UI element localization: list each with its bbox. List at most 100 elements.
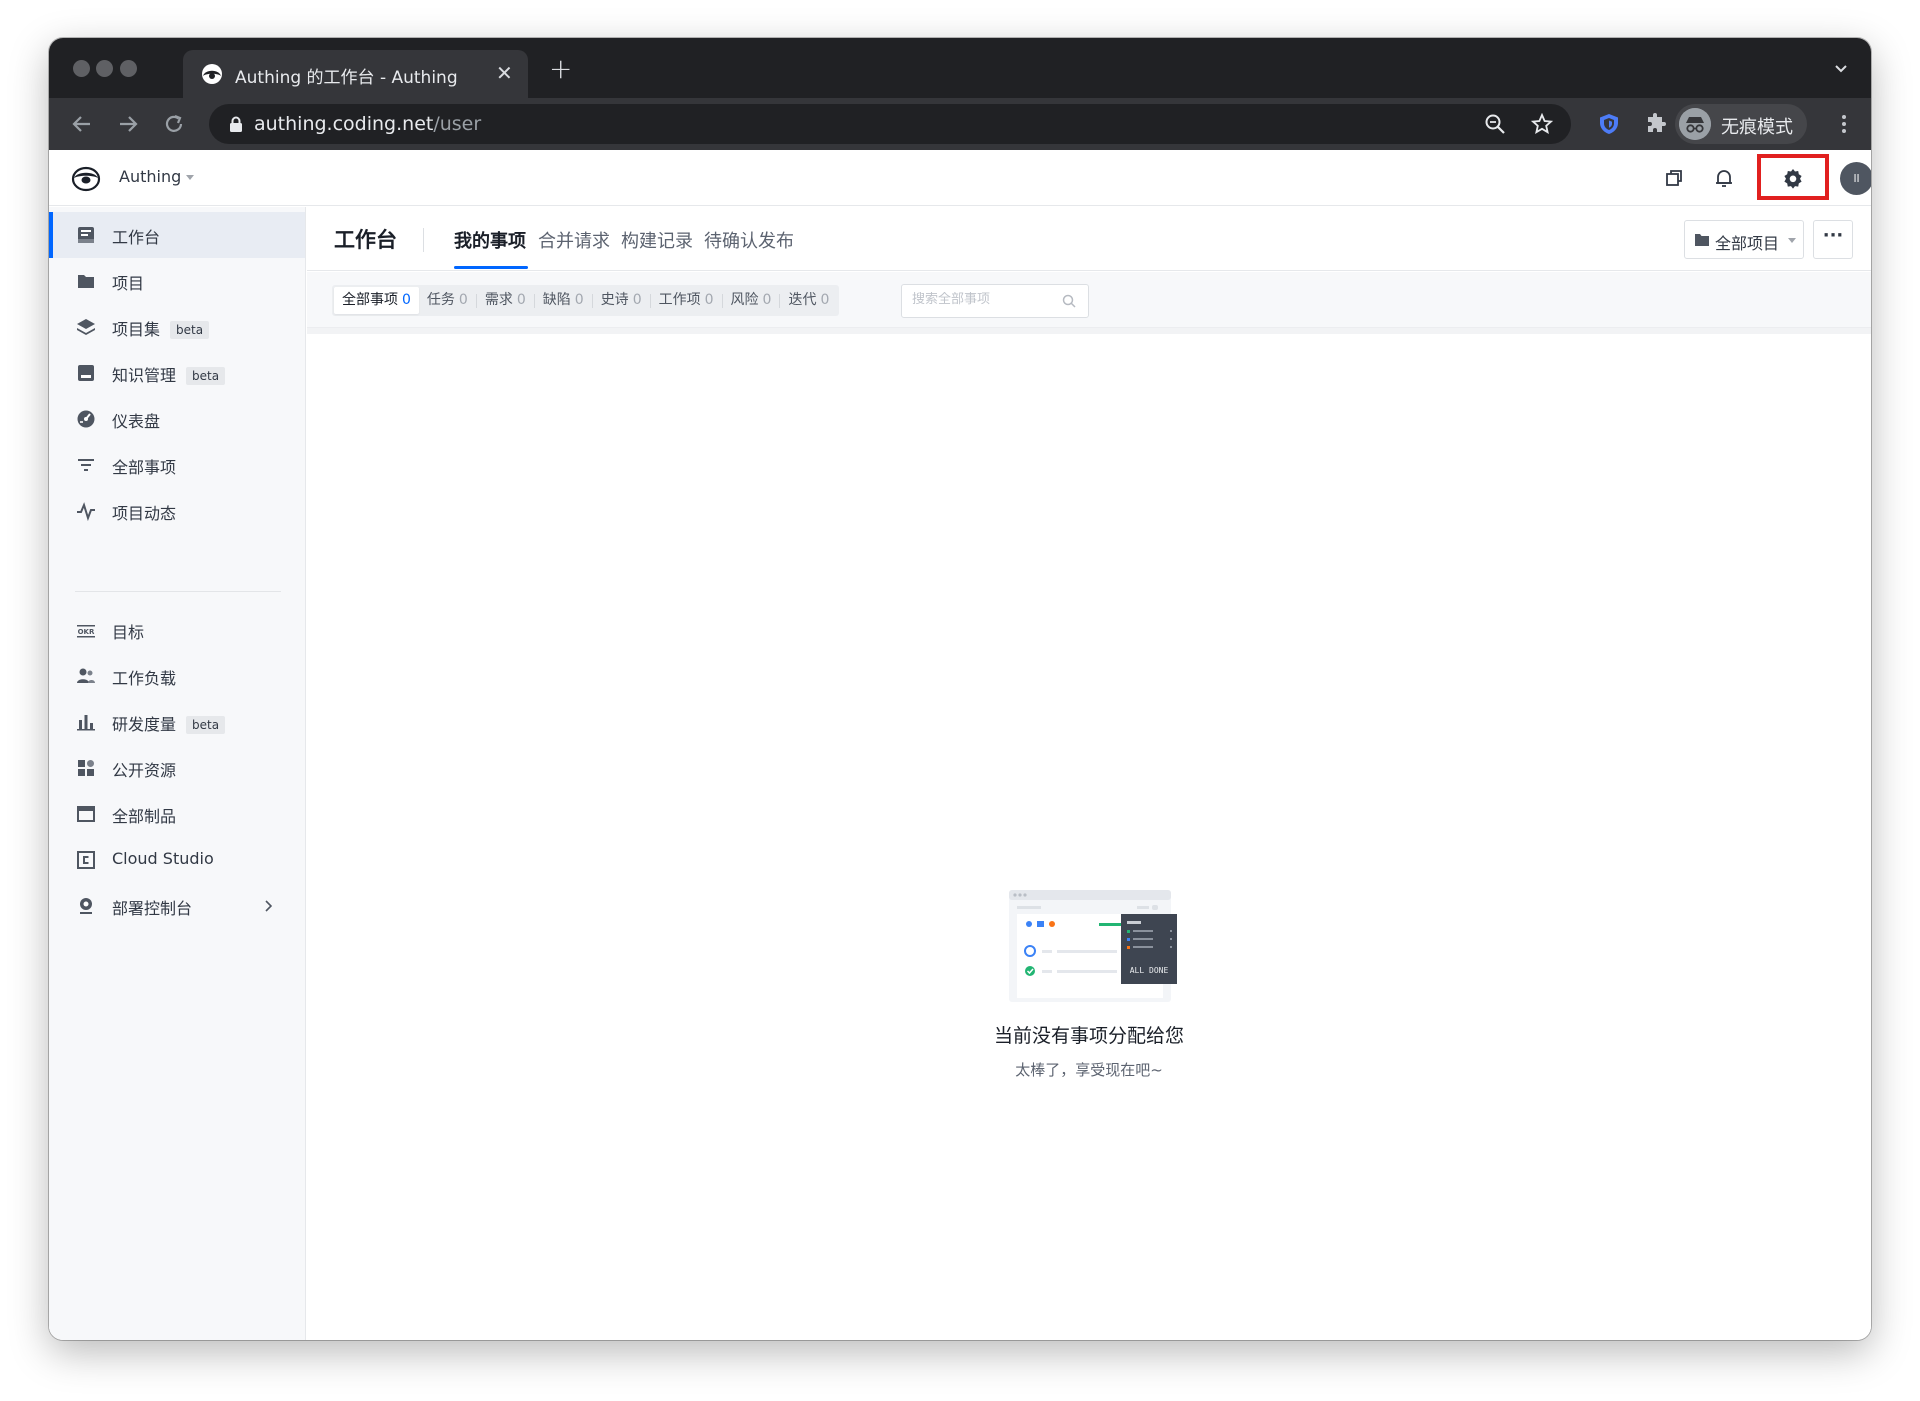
zoom-icon[interactable] <box>1484 113 1506 135</box>
segment-label: 风险 <box>730 292 759 308</box>
segment-defects[interactable]: 缺陷 0 <box>535 287 592 314</box>
workbench-icon <box>78 227 94 243</box>
app-header: Authing ll <box>49 150 1871 206</box>
sidebar-item-public-resources[interactable]: 公开资源 <box>49 745 305 791</box>
book-icon <box>78 365 94 381</box>
segment-count: 0 <box>458 292 468 308</box>
segment-all-issues[interactable]: 全部事项 0 <box>334 287 419 314</box>
folder-icon <box>78 275 94 288</box>
segment-tasks[interactable]: 任务 0 <box>419 287 476 314</box>
browser-menu-icon[interactable] <box>1841 112 1847 136</box>
browser-tab[interactable]: Authing 的工作台 - Authing ✕ <box>183 50 528 98</box>
url-host: authing.coding.net <box>254 113 434 135</box>
sidebar-item-label: 目标 <box>112 623 145 642</box>
sidebar-item-label: 公开资源 <box>112 761 177 780</box>
sidebar-item-label: 项目 <box>112 274 145 293</box>
avatar[interactable]: ll <box>1840 162 1871 195</box>
beta-badge: beta <box>186 367 226 385</box>
incognito-indicator[interactable]: 无痕模式 <box>1675 104 1807 144</box>
authing-favicon-icon <box>202 64 222 84</box>
chevron-down-icon[interactable] <box>186 175 194 180</box>
sidebar-item-label: 全部事项 <box>112 458 177 477</box>
close-window-button[interactable] <box>73 60 90 77</box>
back-arrow-icon[interactable] <box>69 111 95 137</box>
windows-icon[interactable] <box>1663 167 1685 189</box>
lock-icon <box>230 116 242 132</box>
address-bar[interactable]: authing.coding.net/user <box>209 104 1571 144</box>
empty-state: ALL DONE 当前没有事项分配给您 太棒了，享受现在吧~ <box>307 328 1871 1340</box>
team-switcher[interactable]: Authing <box>119 167 181 186</box>
folder-icon <box>1695 234 1709 246</box>
segment-count: 0 <box>516 292 526 308</box>
extensions-puzzle-icon[interactable] <box>1644 112 1668 136</box>
segment-label: 工作项 <box>658 292 701 308</box>
sidebar-item-label: 工作台 <box>112 228 161 247</box>
segment-iterations[interactable]: 迭代 0 <box>780 287 837 314</box>
title-divider <box>423 228 424 252</box>
dashboard-icon <box>77 410 95 428</box>
project-filter-dropdown[interactable]: 全部项目 <box>1684 220 1804 259</box>
beta-badge: beta <box>170 321 210 339</box>
tab-search-chevron-icon[interactable] <box>1833 60 1849 76</box>
sidebar-item-label: 项目集 beta <box>112 316 210 340</box>
sidebar-item-workbench[interactable]: 工作台 <box>49 212 305 258</box>
forward-arrow-icon[interactable] <box>115 111 141 137</box>
sidebar-item-label: 项目动态 <box>112 504 177 523</box>
issue-search-box <box>901 284 1089 318</box>
tab-close-icon[interactable]: ✕ <box>496 61 513 85</box>
sidebar-item-wiki[interactable]: 知识管理 beta <box>49 350 305 396</box>
issue-type-segmented-control: 全部事项 0 任务 0 需求 0 缺陷 0 史诗 0 工作项 0 风险 0 迭代 0 <box>332 285 840 316</box>
bookmark-star-icon[interactable] <box>1531 113 1553 135</box>
url-text: authing.coding.net/user <box>254 113 481 135</box>
sidebar-item-activity[interactable]: 项目动态 <box>49 488 305 534</box>
sidebar-item-cloud-studio[interactable]: Cloud Studio <box>49 837 305 883</box>
tab-pending-releases[interactable]: 待确认发布 <box>704 227 794 253</box>
empty-state-illustration: ALL DONE <box>1009 890 1177 1002</box>
sidebar-item-text: 研发度量 <box>112 715 177 734</box>
sidebar-divider <box>75 591 281 592</box>
segment-label: 需求 <box>484 292 513 308</box>
sidebar-item-okr[interactable]: OKR 目标 <box>49 607 305 653</box>
zoom-window-button[interactable] <box>120 60 137 77</box>
more-button[interactable]: ··· <box>1813 220 1853 259</box>
chevron-right-icon <box>265 900 272 912</box>
reload-icon[interactable] <box>161 111 187 137</box>
sidebar-item-label: 工作负载 <box>112 669 177 688</box>
segment-epics[interactable]: 史诗 0 <box>593 287 650 314</box>
sidebar-item-program[interactable]: 项目集 beta <box>49 304 305 350</box>
team-logo-icon[interactable] <box>71 164 101 192</box>
segment-work-items[interactable]: 工作项 0 <box>651 287 722 314</box>
incognito-icon <box>1679 108 1711 140</box>
page-title: 工作台 <box>334 228 397 252</box>
shield-extension-icon[interactable] <box>1597 112 1621 136</box>
segment-risks[interactable]: 风险 0 <box>723 287 780 314</box>
segment-requirements[interactable]: 需求 0 <box>477 287 534 314</box>
sidebar-item-label: 研发度量 beta <box>112 711 226 735</box>
gear-icon[interactable] <box>1782 167 1804 189</box>
minimize-window-button[interactable] <box>96 60 113 77</box>
sidebar-item-deploy-console[interactable]: 部署控制台 <box>49 883 305 929</box>
segment-label: 全部事项 <box>342 292 398 308</box>
project-filter-label: 全部项目 <box>1715 234 1780 253</box>
users-icon <box>77 668 95 683</box>
segment-label: 缺陷 <box>542 292 571 308</box>
search-input[interactable] <box>912 292 1062 307</box>
tab-build-records[interactable]: 构建记录 <box>621 227 693 253</box>
okr-icon: OKR <box>77 625 95 638</box>
sidebar-item-dashboard[interactable]: 仪表盘 <box>49 396 305 442</box>
segment-count: 0 <box>402 292 411 308</box>
sidebar-item-workload[interactable]: 工作负载 <box>49 653 305 699</box>
sidebar-item-label: 部署控制台 <box>112 899 193 918</box>
sidebar-item-artifacts[interactable]: 全部制品 <box>49 791 305 837</box>
tab-title: Authing 的工作台 - Authing <box>235 68 458 88</box>
sidebar-item-all-issues[interactable]: 全部事项 <box>49 442 305 488</box>
sidebar-item-label: Cloud Studio <box>112 849 214 868</box>
bell-icon[interactable] <box>1713 167 1735 189</box>
tab-my-issues[interactable]: 我的事项 <box>454 227 526 253</box>
segment-count: 0 <box>704 292 714 308</box>
search-icon[interactable] <box>1062 294 1076 308</box>
sidebar-item-projects[interactable]: 项目 <box>49 258 305 304</box>
new-tab-button[interactable]: + <box>549 52 572 85</box>
tab-merge-requests[interactable]: 合并请求 <box>538 227 610 253</box>
sidebar-item-metrics[interactable]: 研发度量 beta <box>49 699 305 745</box>
